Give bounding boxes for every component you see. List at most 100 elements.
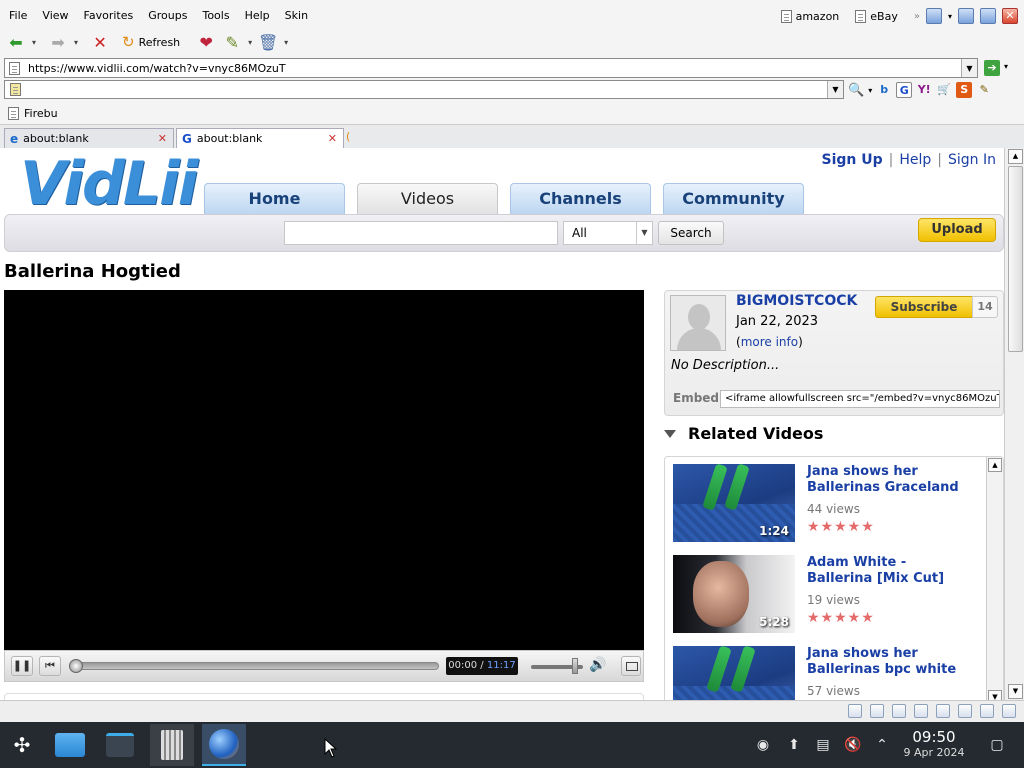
chevron-down-icon[interactable]: ▾ bbox=[248, 38, 252, 47]
file-manager-icon[interactable] bbox=[48, 724, 92, 766]
nav-channels[interactable]: Channels bbox=[510, 183, 651, 214]
minimize-button[interactable] bbox=[958, 8, 974, 24]
edit-icon[interactable]: ✎ bbox=[976, 82, 992, 98]
menu-groups[interactable]: Groups bbox=[142, 9, 193, 22]
bookmark-amazon[interactable]: amazon bbox=[780, 9, 839, 23]
back-arrow-icon[interactable]: ⬅ bbox=[6, 32, 26, 52]
cache-icon[interactable] bbox=[914, 704, 928, 718]
chevron-down-icon[interactable]: ▾ bbox=[948, 12, 952, 21]
video-thumbnail[interactable] bbox=[673, 646, 795, 700]
page-scrollbar[interactable]: ▲ ▼ bbox=[1004, 148, 1024, 700]
clock[interactable]: 09:50 9 Apr 2024 bbox=[898, 728, 970, 759]
close-tab-icon[interactable]: ✕ bbox=[158, 132, 167, 145]
refresh-auto-icon[interactable] bbox=[936, 704, 950, 718]
favorites-heart-icon[interactable]: ❤ bbox=[196, 32, 216, 52]
vidlii-logo[interactable]: VidLii bbox=[20, 154, 198, 214]
chevron-down-icon[interactable]: ▼ bbox=[827, 81, 843, 98]
forward-arrow-icon[interactable]: ➡ bbox=[48, 32, 68, 52]
avatar[interactable] bbox=[670, 295, 726, 351]
tray-expand-icon[interactable]: ⌃ bbox=[873, 736, 891, 754]
mute-icon[interactable]: 🔇 bbox=[844, 736, 862, 754]
related-video-title[interactable]: Adam White - Ballerina [Mix Cut] bbox=[807, 555, 973, 587]
related-video-title[interactable]: Jana shows her Ballerinas Graceland bbox=[807, 464, 973, 496]
seek-handle[interactable] bbox=[69, 659, 83, 673]
stop-icon[interactable]: ✕ bbox=[90, 32, 110, 52]
menu-file[interactable]: File bbox=[3, 9, 33, 22]
search-category-select[interactable]: All ▼ bbox=[563, 221, 653, 245]
yahoo-icon[interactable]: Y! bbox=[916, 82, 932, 98]
upload-button[interactable]: Upload bbox=[918, 218, 996, 242]
embed-code-field[interactable]: <iframe allowfullscreen src="/embed?v=vn… bbox=[720, 390, 1000, 408]
network-globe-icon[interactable]: ◉ bbox=[754, 736, 772, 754]
list-item[interactable]: 1:24 Jana shows her Ballerinas Graceland… bbox=[673, 464, 973, 544]
tab-about-blank-2[interactable]: G about:blank ✕ bbox=[176, 128, 344, 148]
scroll-down-icon[interactable]: ▼ bbox=[1008, 684, 1023, 699]
nav-videos[interactable]: Videos bbox=[357, 183, 498, 214]
menu-tools[interactable]: Tools bbox=[196, 9, 235, 22]
fullscreen-icon[interactable] bbox=[621, 656, 641, 676]
scroll-down-icon[interactable]: ▼ bbox=[988, 690, 1002, 700]
address-bar[interactable]: https://www.vidlii.com/watch?v=vnyc86MOz… bbox=[4, 58, 978, 78]
scroll-up-icon[interactable]: ▲ bbox=[1008, 149, 1023, 164]
site-search-input[interactable] bbox=[284, 221, 558, 245]
sign-in-link[interactable]: Sign In bbox=[948, 152, 996, 168]
bing-icon[interactable]: b bbox=[876, 82, 892, 98]
seek-bar[interactable] bbox=[77, 662, 439, 670]
site-search-button[interactable]: Search bbox=[658, 221, 724, 245]
archive-icon[interactable] bbox=[150, 724, 194, 766]
clipboard-icon[interactable]: ▤ bbox=[814, 736, 832, 754]
shopping-icon[interactable]: 🛒 bbox=[936, 82, 952, 98]
image-toggle-icon[interactable] bbox=[892, 704, 906, 718]
menu-view[interactable]: View bbox=[36, 9, 74, 22]
search-bar-input[interactable]: ▼ bbox=[4, 80, 844, 99]
related-scrollbar[interactable]: ▲ ▼ bbox=[986, 457, 1003, 700]
app-launcher-icon[interactable]: ✣ bbox=[0, 724, 44, 766]
more-info-link[interactable]: more info bbox=[741, 335, 798, 349]
volume-handle[interactable] bbox=[572, 658, 579, 674]
gesture-icon[interactable] bbox=[980, 704, 994, 718]
menu-skin[interactable]: Skin bbox=[279, 9, 314, 22]
menu-help[interactable]: Help bbox=[239, 9, 276, 22]
sign-up-link[interactable]: Sign Up bbox=[822, 152, 883, 168]
nav-community[interactable]: Community bbox=[663, 183, 804, 214]
video-thumbnail[interactable]: 1:24 bbox=[673, 464, 795, 542]
chevron-more-icon[interactable]: » bbox=[914, 11, 920, 22]
layout-icon[interactable] bbox=[925, 8, 942, 24]
chevron-down-icon[interactable]: ▾ bbox=[284, 38, 288, 47]
scrollbar-thumb[interactable] bbox=[1008, 166, 1023, 352]
close-tab-icon[interactable]: ✕ bbox=[328, 132, 337, 145]
restore-button[interactable] bbox=[980, 8, 996, 24]
update-icon[interactable]: ⬆ bbox=[785, 736, 803, 754]
new-tab-icon[interactable]: ( bbox=[346, 130, 350, 143]
nav-home[interactable]: Home bbox=[204, 183, 345, 214]
hand-icon[interactable] bbox=[958, 704, 972, 718]
related-video-title[interactable]: Jana shows her Ballerinas bpc white bbox=[807, 646, 973, 678]
video-player[interactable] bbox=[4, 290, 644, 650]
close-window-button[interactable]: ✕ bbox=[1002, 8, 1018, 24]
chevron-down-icon[interactable]: ▼ bbox=[961, 59, 977, 77]
show-desktop-icon[interactable]: ▢ bbox=[988, 736, 1006, 754]
bookmark-ebay[interactable]: eBay bbox=[855, 9, 898, 23]
list-item[interactable]: Jana shows her Ballerinas bpc white 57 v… bbox=[673, 646, 973, 700]
bookmark-firebu[interactable]: Firebu bbox=[24, 107, 58, 120]
page-info-icon[interactable] bbox=[848, 704, 862, 718]
skip-back-icon[interactable]: ⏮ bbox=[39, 656, 61, 676]
chevron-down-icon[interactable]: ▾ bbox=[32, 38, 36, 47]
help-link[interactable]: Help bbox=[899, 152, 931, 168]
volume-icon[interactable]: 🔊 bbox=[589, 657, 606, 673]
pause-icon[interactable]: ❚❚ bbox=[11, 656, 33, 676]
refresh-button[interactable]: ↻ Refresh bbox=[122, 33, 180, 51]
list-item[interactable]: 5:28 Adam White - Ballerina [Mix Cut] 19… bbox=[673, 555, 973, 635]
chevron-down-icon[interactable]: ▾ bbox=[1004, 62, 1008, 71]
magnifier-icon[interactable]: 🔍 bbox=[848, 83, 864, 98]
browser-globe-icon[interactable] bbox=[202, 724, 246, 766]
tab-about-blank-1[interactable]: e about:blank ✕ bbox=[4, 128, 174, 148]
scroll-up-icon[interactable]: ▲ bbox=[988, 458, 1002, 472]
chevron-down-icon[interactable]: ▾ bbox=[74, 38, 78, 47]
trash-icon[interactable]: 🗑 bbox=[258, 32, 278, 52]
zoom-icon[interactable] bbox=[1002, 704, 1016, 718]
go-arrow-icon[interactable]: ➔ bbox=[984, 60, 1000, 76]
popup-blocker-icon[interactable] bbox=[870, 704, 884, 718]
menu-favorites[interactable]: Favorites bbox=[78, 9, 140, 22]
settings-icon[interactable] bbox=[98, 724, 142, 766]
